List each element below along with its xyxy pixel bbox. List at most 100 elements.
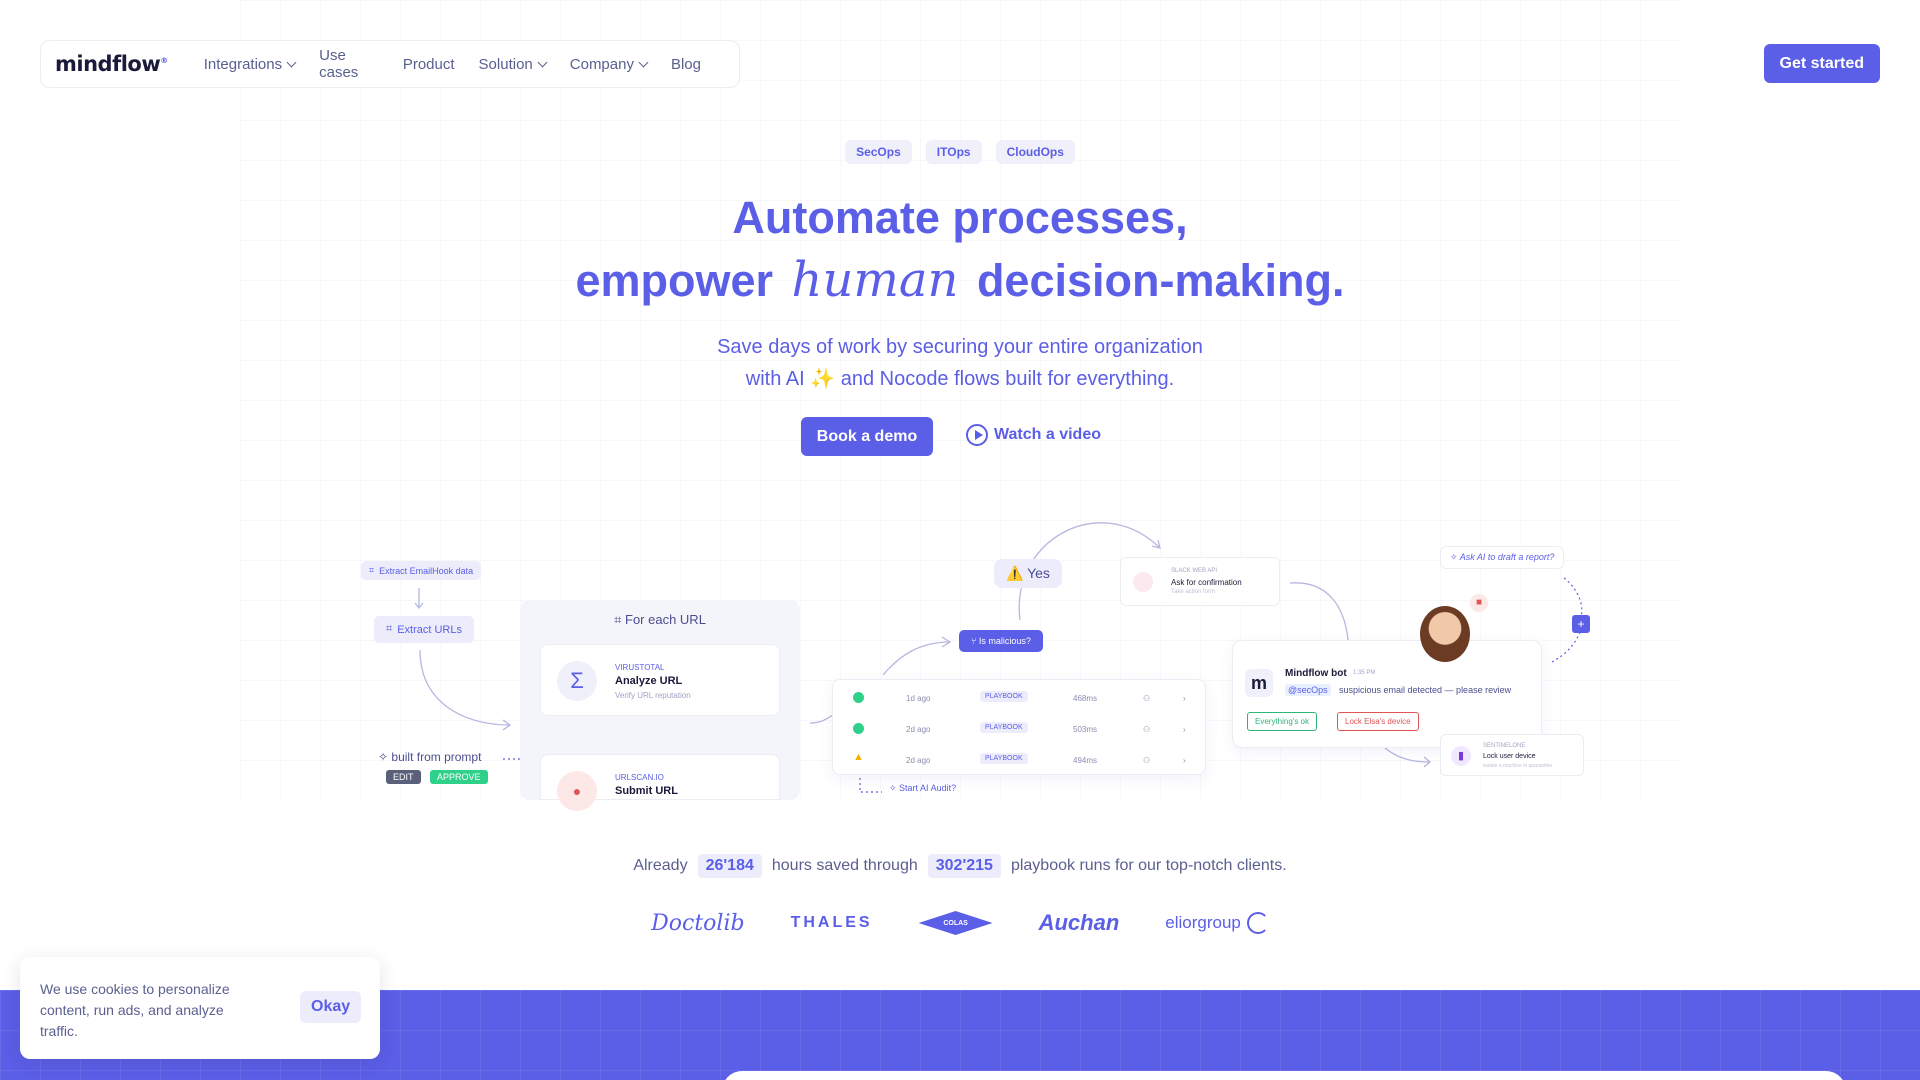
ask-ai-label: Ask AI to draft a report? (1459, 552, 1555, 562)
run-duration: 468ms (1073, 694, 1098, 703)
nav-solution[interactable]: Solution (479, 56, 548, 73)
stats-line: Already 26'184 hours saved through 302'2… (0, 854, 1920, 878)
slack-icon (1133, 572, 1153, 592)
node-label: Extract URLs (397, 623, 462, 636)
table-row[interactable]: 1d ago PLAYBOOK 468ms ⚇ › (833, 684, 1207, 714)
crop-icon: ⌗ (369, 565, 375, 575)
card-kicker: SLACK WEB API (1171, 568, 1218, 574)
title-word-empower: empower (575, 255, 774, 306)
card-title: Submit URL (615, 785, 678, 797)
thales-logo: THALES (790, 914, 873, 931)
cookie-text: We use cookies to personalize content, r… (40, 981, 230, 1039)
user-icon: ⚇ (1143, 694, 1151, 703)
loop-icon: ⌗ (614, 612, 625, 627)
branch-icon: ⑂ (971, 636, 979, 646)
hero-title-line2: empower human decision-making. (0, 252, 1920, 308)
slack-node[interactable]: SLACK WEB API Ask for confirmation Take … (1120, 557, 1280, 606)
everything-ok-button[interactable]: Everything's ok (1247, 712, 1317, 731)
bottom-section-card (722, 1071, 1846, 1080)
watch-video-button[interactable]: Watch a video (966, 424, 1101, 446)
hero-subtitle-line1: Save days of work by securing your entir… (717, 336, 1203, 358)
card-desc: Take action form (1171, 589, 1216, 595)
nav-use-cases[interactable]: Use cases (319, 47, 379, 81)
chevron-down-icon (638, 57, 649, 67)
node-is-malicious[interactable]: ⑂ Is malicious? (959, 630, 1043, 652)
ask-ai-report[interactable]: ✧ Ask AI to draft a report? (1440, 546, 1565, 569)
urlscan-icon: ● (557, 771, 597, 811)
stats-text: Already (633, 857, 688, 874)
audit-label: Start AI Audit? (899, 783, 957, 793)
prompt-label: built from prompt (391, 750, 482, 764)
run-time: 2d ago (906, 725, 931, 734)
tag-secops[interactable]: SecOps (845, 140, 912, 164)
node-label: Extract EmailHook data (379, 565, 474, 576)
run-tag: PLAYBOOK (980, 691, 1028, 702)
run-time: 2d ago (906, 756, 931, 765)
warning-icon: ▲ (853, 751, 864, 763)
book-demo-button[interactable]: Book a demo (801, 417, 933, 456)
chevron-down-icon (286, 57, 297, 67)
urlscan-card[interactable]: ● URLSCAN.IO Submit URL (540, 754, 780, 811)
sigma-icon: Σ (557, 661, 597, 701)
sentinelone-icon: ▮ (1451, 746, 1471, 766)
playbook-runs-count: 302'215 (927, 854, 1001, 878)
user-icon: ⚇ (1143, 756, 1151, 765)
auchan-logo: Auchan (1038, 910, 1120, 935)
tag-cloudops[interactable]: CloudOps (995, 140, 1075, 164)
user-icon: ⚇ (1143, 725, 1151, 734)
doctolib-logo: Doctolib (651, 910, 745, 936)
play-icon (966, 424, 988, 446)
nav-blog[interactable]: Blog (671, 56, 701, 73)
hours-saved-count: 26'184 (697, 854, 762, 878)
nav-integrations[interactable]: Integrations (204, 56, 297, 73)
status-ok-icon (853, 692, 864, 703)
category-tags: SecOps ITOps CloudOps (0, 140, 1920, 164)
magic-wand-icon: ✧ (889, 783, 900, 793)
hero-subtitle-line2: with AI ✨ and Nocode flows built for eve… (745, 368, 1175, 390)
approve-button[interactable]: APPROVE (430, 770, 488, 784)
for-each-url-panel: ⌗ For each URL Σ VIRUSTOTAL Analyze URL … (520, 600, 800, 811)
card-kicker: VIRUSTOTAL (615, 663, 665, 672)
card-title: Lock user device (1483, 753, 1536, 760)
chevron-right-icon: › (1183, 725, 1186, 734)
run-duration: 503ms (1073, 725, 1098, 734)
card-title: Ask for confirmation (1171, 578, 1242, 587)
lock-device-button[interactable]: Lock Elsa's device (1337, 712, 1419, 731)
edit-button[interactable]: EDIT (386, 770, 421, 784)
table-row[interactable]: 2d ago PLAYBOOK 503ms ⚇ › (833, 715, 1207, 745)
virustotal-card[interactable]: Σ VIRUSTOTAL Analyze URL Verify URL repu… (540, 644, 780, 716)
for-each-url-title: ⌗ For each URL (520, 612, 800, 628)
elior-logo: eliorgroup (1165, 912, 1269, 934)
node-extract-urls[interactable]: ⌗ Extract URLs (374, 616, 474, 643)
tag-itops[interactable]: ITOps (925, 140, 982, 164)
user-avatar (1420, 606, 1470, 662)
cookie-banner: We use cookies to personalize content, r… (20, 957, 380, 1059)
mindflow-bot-avatar: m (1245, 669, 1273, 697)
crop-icon: ⌗ (386, 623, 393, 635)
magic-wand-icon: ✧ (1450, 552, 1460, 562)
nav-company[interactable]: Company (570, 56, 649, 73)
start-ai-audit[interactable]: ✧ Start AI Audit? (889, 783, 956, 794)
panel-title-label: For each URL (625, 612, 706, 627)
mindflow-logo[interactable]: mindflow® (55, 52, 168, 76)
title-word-decision: decision-making. (976, 255, 1345, 306)
sentinelone-node[interactable]: ▮ SENTINELONE Lock user device isolate a… (1440, 734, 1584, 776)
watch-video-label: Watch a video (994, 426, 1101, 443)
node-extract-emailhook[interactable]: ⌗ Extract EmailHook data (361, 561, 482, 580)
run-tag: PLAYBOOK (980, 753, 1028, 764)
table-row[interactable]: ▲ 2d ago PLAYBOOK 494ms ⚇ › (833, 746, 1207, 776)
get-started-button[interactable]: Get started (1763, 44, 1880, 83)
add-step-button[interactable]: + (1572, 615, 1590, 633)
mention-tag: @secOps (1285, 684, 1331, 696)
cookie-okay-button[interactable]: Okay (300, 991, 362, 1023)
lock-icon: ■ (1470, 594, 1488, 612)
card-title: Analyze URL (615, 675, 683, 687)
stats-text: hours saved through (771, 857, 918, 874)
elior-mark-icon (1246, 912, 1269, 934)
nav-product[interactable]: Product (403, 56, 455, 73)
workflow-diagram: ⌗ Extract EmailHook data ⌗ Extract URLs ⌗ … (0, 0, 1920, 811)
card-kicker: URLSCAN.IO (615, 773, 664, 782)
client-logos: Doctolib THALES COLAS Auchan eliorgroup (0, 910, 1920, 936)
stats-text: playbook runs for our top-notch clients. (1010, 857, 1287, 874)
card-desc: Verify URL reputation (615, 691, 691, 700)
